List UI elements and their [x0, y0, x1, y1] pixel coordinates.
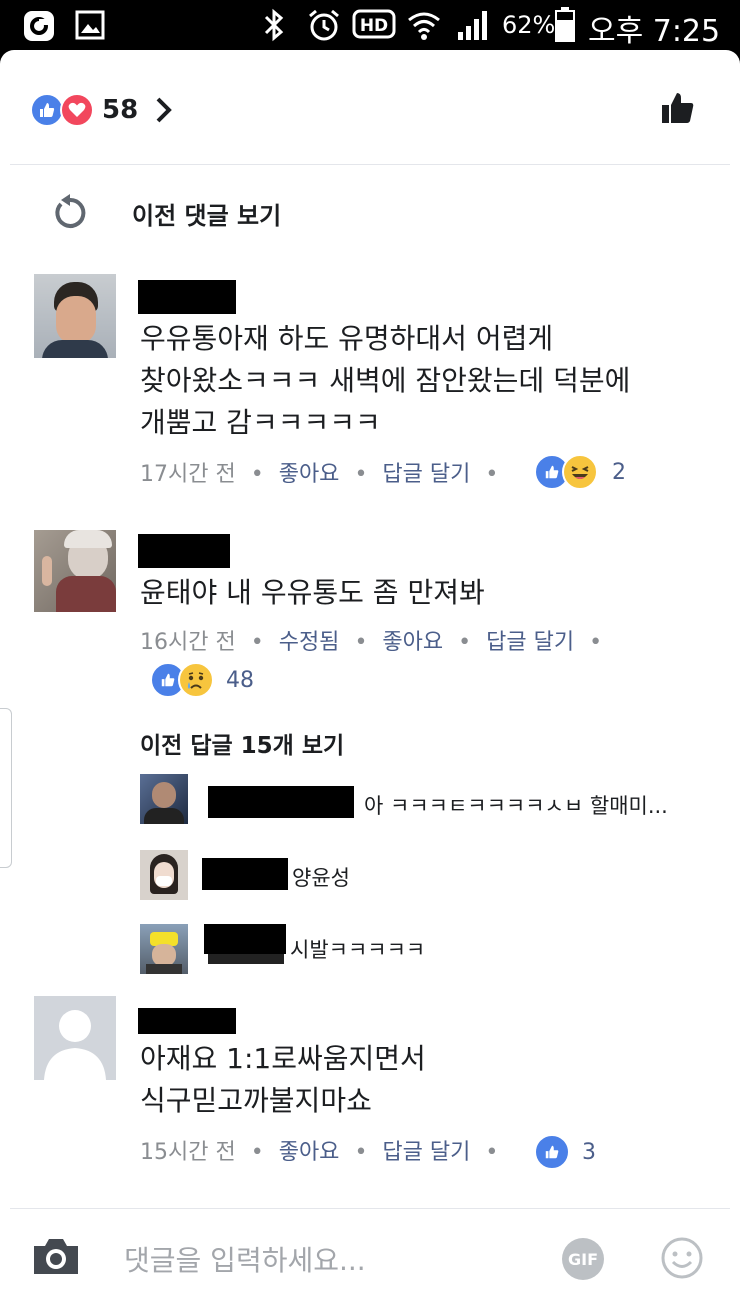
hd-voice-icon: HD [352, 8, 396, 46]
battery-percent: 62% [502, 11, 556, 39]
refresh-icon [55, 194, 86, 228]
like-comment-button[interactable]: 좋아요 [382, 630, 443, 655]
comment-reactions[interactable]: 3 [534, 1134, 596, 1170]
redacted-name [138, 280, 236, 314]
camera-icon [34, 1239, 78, 1274]
avatar[interactable] [140, 774, 188, 824]
love-icon [60, 93, 94, 127]
chevron-right-icon [156, 97, 173, 123]
svg-text:HD: HD [360, 16, 388, 36]
view-previous-comments-label: 이전 댓글 보기 [132, 201, 282, 230]
gallery-icon [74, 9, 106, 45]
reply-button[interactable]: 답글 달기 [486, 630, 574, 655]
like-comment-button[interactable]: 좋아요 [279, 1140, 340, 1165]
comment-time: 16시간 전 [140, 630, 236, 655]
redacted-name [204, 924, 286, 954]
alarm-icon [306, 7, 342, 47]
redacted-name [138, 1008, 236, 1034]
signal-icon [456, 8, 492, 46]
comment-text: 아재요 1:1로싸움지면서 식구믿고까불지마쇼 [140, 1042, 426, 1117]
battery-icon [554, 6, 576, 48]
comment-actions: 17시간 전 • 좋아요 • 답글 달기 • [140, 462, 499, 487]
like-post-button[interactable] [660, 90, 696, 130]
avatar[interactable] [34, 274, 116, 358]
composer-divider [10, 1208, 730, 1209]
redacted-name [202, 858, 288, 890]
comment-text: 윤태야 내 우유통도 좀 만져봐 [140, 576, 485, 609]
reply-button[interactable]: 답글 달기 [382, 462, 470, 487]
avatar[interactable] [140, 924, 188, 974]
comment-text: 우유통아재 하도 유명하대서 어렵게 찾아왔소ㅋㅋㅋ 새벽에 잠안왔는데 덕분에… [140, 322, 631, 439]
edited-label[interactable]: 수정됨 [279, 630, 340, 655]
comment-actions: 16시간 전 • 수정됨 • 좋아요 • 답글 달기 • [140, 630, 603, 655]
redacted-name [208, 786, 354, 818]
reply-text: 아 ㅋㅋㅋㅌㅋㅋㅋㅋㅅㅂ 할매미... [364, 794, 668, 818]
reply-text: 시발ㅋㅋㅋㅋㅋ [290, 938, 426, 962]
wifi-icon [406, 6, 442, 48]
comment-reactions[interactable]: 2 [534, 454, 626, 490]
reaction-count: 2 [612, 459, 626, 485]
reaction-count: 48 [226, 667, 254, 693]
avatar[interactable] [140, 850, 188, 900]
thumbs-up-icon [662, 93, 694, 123]
avatar[interactable] [34, 530, 116, 612]
reaction-count: 58 [102, 95, 139, 125]
view-previous-replies[interactable]: 이전 답글 15개 보기 [140, 726, 344, 760]
reactions-summary[interactable]: 58 [30, 92, 174, 128]
o-app-icon [22, 9, 56, 47]
comment-time: 15시간 전 [140, 1140, 236, 1165]
camera-button[interactable] [30, 1234, 82, 1282]
sad-icon [178, 662, 214, 698]
reply-text: 양윤성 [292, 866, 350, 890]
comment-reactions[interactable]: 48 [150, 662, 254, 698]
gif-label: GIF [567, 1249, 598, 1269]
avatar[interactable] [34, 996, 116, 1080]
view-previous-comments[interactable]: 이전 댓글 보기 [50, 190, 281, 236]
smiley-icon [661, 1237, 703, 1279]
redacted-name [208, 954, 284, 964]
gif-button[interactable]: GIF [562, 1238, 604, 1280]
edge-panel-handle[interactable] [0, 708, 12, 868]
reaction-count: 3 [582, 1139, 596, 1165]
comments-sheet: 58 이전 댓글 보기 우유통아재 하도 유명하대서 어렵게 찾아왔소ㅋㅋㅋ 새… [0, 50, 740, 1316]
like-comment-button[interactable]: 좋아요 [279, 462, 340, 487]
comment-time: 17시간 전 [140, 462, 236, 487]
comment-input[interactable]: 댓글을 입력하세요... [124, 1239, 366, 1279]
redacted-name [138, 534, 230, 568]
header-divider [10, 164, 730, 165]
emoji-button[interactable] [660, 1236, 704, 1284]
clock: 오후 7:25 [588, 14, 721, 49]
comment-actions: 15시간 전 • 좋아요 • 답글 달기 • [140, 1140, 499, 1165]
bluetooth-icon [262, 8, 286, 46]
haha-icon [562, 454, 598, 490]
like-icon [30, 93, 64, 127]
reply-button[interactable]: 답글 달기 [382, 1140, 470, 1165]
status-bar: HD 62% 오후 7:25 [0, 0, 740, 50]
like-icon [534, 1134, 570, 1170]
